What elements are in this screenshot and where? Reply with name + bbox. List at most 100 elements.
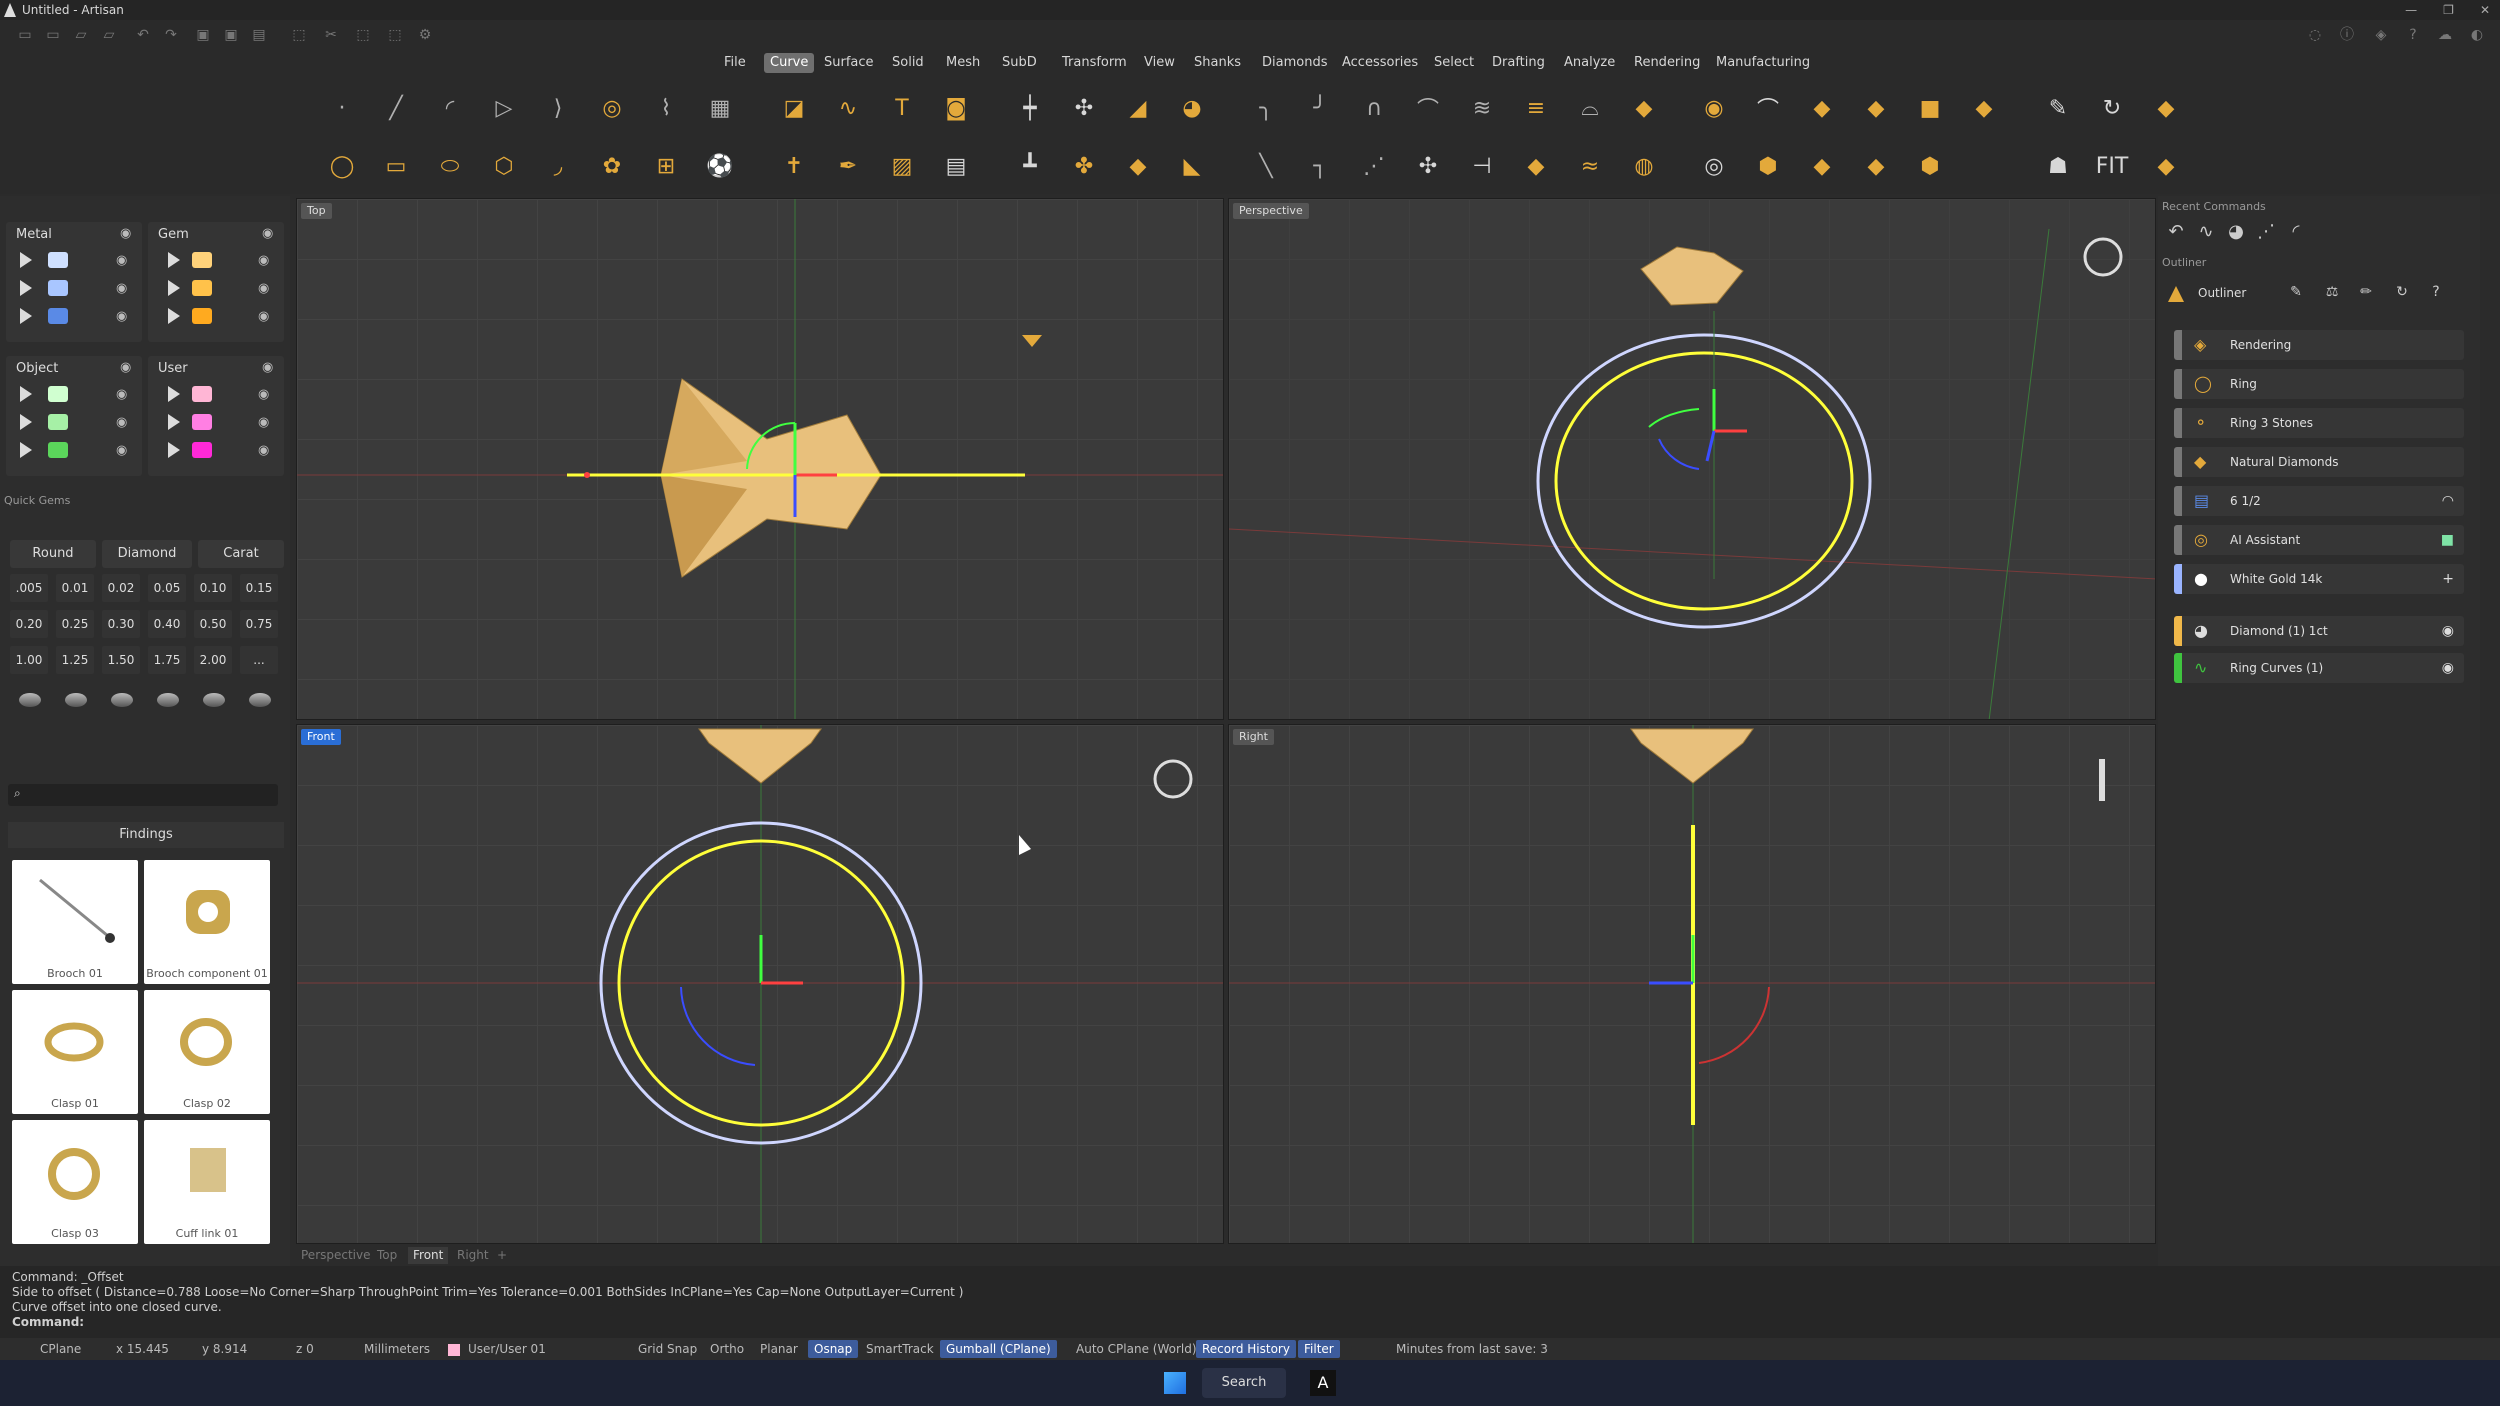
text-icon[interactable]: T	[880, 86, 924, 130]
cplane-label[interactable]: CPlane	[40, 1338, 81, 1360]
menu-surface[interactable]: Surface	[818, 53, 880, 73]
outliner-row-ring-curves[interactable]: ∿ Ring Curves (1) ◉	[2174, 653, 2464, 683]
command-prompt[interactable]: Command:	[12, 1315, 2488, 1330]
gem-preview-icon[interactable]	[58, 686, 94, 714]
play-icon[interactable]	[168, 414, 180, 430]
menu-rendering[interactable]: Rendering	[1628, 53, 1706, 73]
outliner-row-ai-assistant[interactable]: ◎ AI Assistant ■	[2174, 525, 2464, 555]
minimize-button[interactable]: —	[2405, 0, 2417, 20]
cloud-icon[interactable]: ☁	[2436, 26, 2454, 44]
project-icon[interactable]: ◆	[1622, 86, 1666, 130]
gem-type-diamond-button[interactable]: Diamond	[102, 540, 192, 568]
tab-perspective[interactable]: Perspective	[296, 1247, 376, 1264]
tab-front[interactable]: Front	[408, 1247, 449, 1264]
smarttrack-toggle[interactable]: SmartTrack	[866, 1338, 934, 1360]
chamfer-icon[interactable]: ╯	[1298, 86, 1342, 130]
carat-value-button[interactable]: 0.25	[56, 610, 94, 638]
current-layer[interactable]: User/User 01	[468, 1338, 546, 1360]
eye-icon[interactable]: ◉	[116, 387, 127, 402]
new-template-icon[interactable]: ▭	[44, 26, 62, 44]
person-icon[interactable]: ☗	[2036, 144, 2080, 188]
flag-icon[interactable]: ◣	[1170, 144, 1214, 188]
finding-item[interactable]: Brooch 01	[12, 860, 138, 984]
viewport-top[interactable]: Top	[296, 198, 1224, 720]
redo-icon[interactable]: ↷	[162, 26, 180, 44]
color-wheel-icon[interactable]: ◕	[2224, 220, 2248, 244]
carat-value-button[interactable]: 0.75	[240, 610, 278, 638]
osnap-toggle[interactable]: Osnap	[808, 1340, 859, 1358]
render-2-icon[interactable]: ◆	[2144, 144, 2188, 188]
menu-drafting[interactable]: Drafting	[1486, 53, 1551, 73]
finding-item[interactable]: Clasp 01	[12, 990, 138, 1114]
diamond-2-icon[interactable]: ◆	[1854, 144, 1898, 188]
explode-icon[interactable]: ✣	[1062, 86, 1106, 130]
offset-surface-icon[interactable]: ⌓	[1568, 86, 1612, 130]
edit-icon[interactable]: ✏	[2354, 280, 2378, 304]
new-file-icon[interactable]: ▭	[16, 26, 34, 44]
help-icon[interactable]: ◌	[2306, 26, 2324, 44]
paste-icon[interactable]: ⬚	[354, 26, 372, 44]
layer-color-swatch[interactable]	[192, 280, 212, 296]
ring-size-icon[interactable]: ◉	[1692, 86, 1736, 130]
layer-color-swatch[interactable]	[48, 252, 68, 268]
windows-start-icon[interactable]	[1164, 1372, 1186, 1394]
gem-circle-icon[interactable]: ◍	[1622, 144, 1666, 188]
finding-item[interactable]: Brooch component 01	[144, 860, 270, 984]
play-icon[interactable]	[20, 414, 32, 430]
rectangle-icon[interactable]: ▭	[374, 144, 418, 188]
layer-color-swatch[interactable]	[48, 280, 68, 296]
mesh-curve-icon[interactable]: ⊞	[644, 144, 688, 188]
play-icon[interactable]	[168, 386, 180, 402]
cube-icon[interactable]: ⬢	[1746, 144, 1790, 188]
cut-icon[interactable]: ✂	[322, 26, 340, 44]
menu-curve[interactable]: Curve	[764, 53, 815, 73]
circle-icon[interactable]: ◯	[320, 144, 364, 188]
help-icon[interactable]: ?	[2424, 280, 2448, 304]
eye-icon[interactable]: ◉	[258, 281, 269, 296]
visibility-icon[interactable]: ◉	[2442, 616, 2454, 646]
eye-icon[interactable]: ◉	[262, 360, 273, 375]
carat-value-button[interactable]: 0.20	[10, 610, 48, 638]
settings-icon[interactable]: ⚙	[416, 26, 434, 44]
ellipse-icon[interactable]: ⬭	[428, 144, 472, 188]
grid-snap-toggle[interactable]: Grid Snap	[638, 1338, 697, 1360]
layer-color-swatch[interactable]	[48, 308, 68, 324]
auto-cplane-toggle[interactable]: Auto CPlane (World)	[1076, 1338, 1197, 1360]
add-tab-button[interactable]: +	[492, 1247, 512, 1264]
outliner-row-rendering[interactable]: ◈ Rendering	[2174, 330, 2464, 360]
blend-icon[interactable]: ∩	[1352, 86, 1396, 130]
freehand-icon[interactable]: ∿	[826, 86, 870, 130]
band-icon[interactable]: ◎	[1692, 144, 1736, 188]
save-icon[interactable]: ▣	[194, 26, 212, 44]
shear-icon[interactable]: ◆	[1116, 144, 1160, 188]
twist-icon[interactable]: ✿	[590, 144, 634, 188]
visibility-icon[interactable]: ◉	[2442, 653, 2454, 683]
play-icon[interactable]	[20, 252, 32, 268]
carat-value-button[interactable]: 0.40	[148, 610, 186, 638]
sketch-icon[interactable]: ◪	[772, 86, 816, 130]
record-history-toggle[interactable]: Record History	[1196, 1340, 1296, 1358]
rotate-view-icon[interactable]: ↻	[2090, 86, 2134, 130]
gem-preview-icon[interactable]	[12, 686, 48, 714]
layer-color-swatch[interactable]	[192, 414, 212, 430]
play-icon[interactable]	[20, 386, 32, 402]
arc-curve-icon[interactable]: ◞	[536, 144, 580, 188]
layer-color-swatch[interactable]	[192, 308, 212, 324]
carat-value-button[interactable]: 1.75	[148, 646, 186, 674]
planar-toggle[interactable]: Planar	[760, 1338, 798, 1360]
cross-icon[interactable]: ✝	[772, 144, 816, 188]
layer-color-swatch[interactable]	[48, 386, 68, 402]
flat-icon[interactable]: ◆	[1962, 86, 2006, 130]
hex-icon[interactable]: ⬢	[1908, 144, 1952, 188]
eye-icon[interactable]: ◉	[120, 360, 131, 375]
copy-icon[interactable]: ⬚	[290, 26, 308, 44]
gem-preview-icon[interactable]	[196, 686, 232, 714]
tab-right[interactable]: Right	[452, 1247, 494, 1264]
render-icon[interactable]: ◆	[2144, 86, 2188, 130]
bend-icon[interactable]: ⌒	[1746, 86, 1790, 130]
multi-icon[interactable]: ✤	[1062, 144, 1106, 188]
layer-color-swatch[interactable]	[192, 386, 212, 402]
viewport-front[interactable]: Front	[296, 724, 1224, 1244]
menu-file[interactable]: File	[718, 53, 752, 73]
play-icon[interactable]	[168, 252, 180, 268]
